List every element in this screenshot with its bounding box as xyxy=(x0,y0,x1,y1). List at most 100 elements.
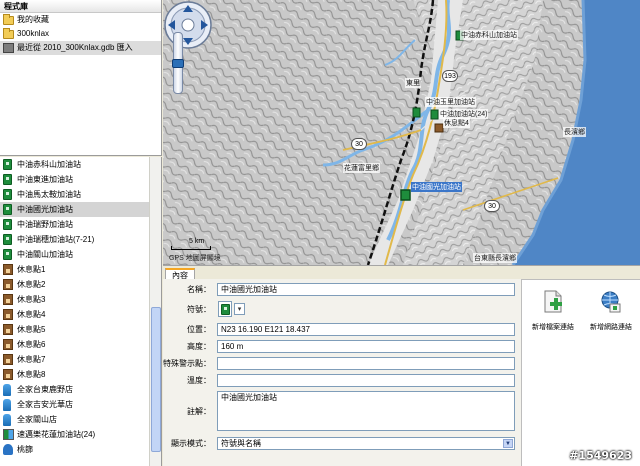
gas-store-icon xyxy=(3,429,14,440)
list-item[interactable]: 休息點6 xyxy=(0,337,150,352)
list-item[interactable]: 中油東進加油站 xyxy=(0,172,150,187)
list-item[interactable]: 桃篩 xyxy=(0,442,150,457)
gpx-file-icon xyxy=(3,43,14,53)
list-item[interactable]: 休息點2 xyxy=(0,277,150,292)
display-mode-value: 符號與名稱 xyxy=(221,439,261,448)
list-item-label: 休息點6 xyxy=(17,340,46,349)
symbol-picker[interactable] xyxy=(218,301,232,317)
depth-label: 溫度： xyxy=(187,376,211,385)
list-item-label: 休息點3 xyxy=(17,295,46,304)
list-item[interactable]: 中油馬太鞍加油站 xyxy=(0,187,150,202)
rest-stop-icon xyxy=(3,339,13,350)
list-item-label: 桃篩 xyxy=(17,445,33,454)
pan-control[interactable] xyxy=(163,0,213,50)
new-file-link-button[interactable]: 新增檔案連結 xyxy=(524,290,582,332)
basecamp-window: 程式庫 我的收藏 300knlax 最近從 2010_300Knlax.gdb … xyxy=(0,0,640,466)
map-label-guangfu[interactable]: 中油玉里加油站 xyxy=(425,97,476,107)
map-label-taitung: 台東縣長濱鄉 xyxy=(473,253,517,263)
depth-row: 溫度： xyxy=(163,374,521,388)
list-item-label: 全家台東鹿野店 xyxy=(17,385,73,394)
altitude-row: 高度： 160 m xyxy=(163,340,521,354)
chevron-down-icon[interactable]: ▼ xyxy=(503,439,513,448)
list-item[interactable]: 全家吉安光華店 xyxy=(0,397,150,412)
convenience-store-icon xyxy=(3,398,11,411)
map-label-guoguang[interactable]: 中油國光加油站 xyxy=(411,182,462,192)
list-item-label: 中油赤科山加油站 xyxy=(17,160,81,169)
gas-station-icon xyxy=(3,249,12,260)
convenience-store-icon xyxy=(3,383,11,396)
library-title: 程式庫 xyxy=(0,0,161,13)
road-shield-30: 30 xyxy=(484,200,500,212)
waypoint-list: 中油赤科山加油站中油東進加油站中油馬太鞍加油站中油國光加油站中油瑞野加油站中油瑞… xyxy=(0,157,162,466)
comment-field[interactable]: 中油國光加油站 xyxy=(217,391,515,431)
new-web-link-button[interactable]: 新增網路連結 xyxy=(582,290,640,332)
gas-station-icon xyxy=(3,174,12,185)
list-item-label: 休息點7 xyxy=(17,355,46,364)
display-row: 顯示模式： 符號與名稱 ▼ xyxy=(163,437,521,451)
map-view[interactable]: 中油赤科山加油站 中油玉里加油站 中油加油站(24) 休息點4 花蓮富里鄉 中油… xyxy=(163,0,640,265)
map-label-rest4[interactable]: 休息點4 xyxy=(443,118,470,128)
zoom-slider[interactable] xyxy=(172,32,184,94)
list-item[interactable]: 休息點8 xyxy=(0,367,150,382)
list-item[interactable]: 休息點4 xyxy=(0,307,150,322)
list-item-label: 休息點4 xyxy=(17,310,46,319)
road-shield-193: 193 xyxy=(442,70,458,82)
map-label-changbin: 長濱鄉 xyxy=(563,127,586,137)
rest-stop-icon xyxy=(3,294,13,305)
folder-icon xyxy=(3,27,14,39)
list-item-label: 中油馬太鞍加油站 xyxy=(17,190,81,199)
list-item[interactable]: 中油赤科山加油站 xyxy=(0,157,150,172)
list-item[interactable]: 休息點5 xyxy=(0,322,150,337)
gas-station-icon xyxy=(221,304,230,315)
list-item[interactable]: 中油國光加油站 xyxy=(0,202,150,217)
library-item-label: 300knlax xyxy=(17,29,50,38)
list-item-label: 休息點8 xyxy=(17,370,46,379)
properties-tabbar: 內容 xyxy=(163,265,640,280)
proximity-label: 特殊警示點： xyxy=(163,359,211,368)
display-mode-select[interactable]: 符號與名稱 ▼ xyxy=(217,437,515,450)
rest-stop-icon xyxy=(3,324,13,335)
list-item[interactable]: 休息點3 xyxy=(0,292,150,307)
symbol-label: 符號： xyxy=(187,305,211,314)
library-item-recent-import[interactable]: 最近從 2010_300Knlax.gdb 匯入 xyxy=(0,41,161,55)
library-item-my-collection[interactable]: 我的收藏 xyxy=(0,13,161,27)
altitude-field[interactable]: 160 m xyxy=(217,340,515,353)
list-item-label: 速邁樂花蓮加油站(24) xyxy=(17,430,96,439)
map-copyright: GPS 地圖屏顯境 xyxy=(169,255,221,262)
list-item[interactable]: 中油瑞野加油站 xyxy=(0,217,150,232)
library-item-label: 我的收藏 xyxy=(17,15,49,24)
symbol-row: 符號： ▾ xyxy=(163,301,521,319)
rest-stop-icon xyxy=(3,354,13,365)
position-field[interactable]: N23 16.190 E121 18.437 xyxy=(217,323,515,336)
library-item-300knlax[interactable]: 300knlax xyxy=(0,27,161,41)
proximity-field[interactable] xyxy=(217,357,515,370)
list-item[interactable]: 休息點7 xyxy=(0,352,150,367)
gas-station-icon xyxy=(3,189,12,200)
position-label: 位置： xyxy=(187,325,211,334)
list-item[interactable]: 中油瑞穗加油站(7-21) xyxy=(0,232,150,247)
symbol-dropdown-button[interactable]: ▾ xyxy=(234,303,245,315)
gas-station-icon xyxy=(3,219,12,230)
rest-stop-icon xyxy=(3,309,13,320)
list-item-label: 中油瑞野加油站 xyxy=(17,220,73,229)
rest-stop-icon xyxy=(3,279,13,290)
waypoint-properties: 名稱： 中油國光加油站 符號： ▾ 位置： N23 16.190 E121 18… xyxy=(163,279,521,466)
new-web-link-label: 新增網路連結 xyxy=(590,324,632,331)
depth-field[interactable] xyxy=(217,374,515,387)
list-item[interactable]: 全家台東鹿野店 xyxy=(0,382,150,397)
list-item-label: 休息點1 xyxy=(17,265,46,274)
list-item[interactable]: 休息點1 xyxy=(0,262,150,277)
list-item[interactable]: 全家關山店 xyxy=(0,412,150,427)
map-label-chike[interactable]: 中油赤科山加油站 xyxy=(460,30,518,40)
list-item[interactable]: 中油關山加油站 xyxy=(0,247,150,262)
name-field[interactable]: 中油國光加油站 xyxy=(217,283,515,296)
new-web-link-icon xyxy=(601,291,621,313)
library-panel: 程式庫 我的收藏 300knlax 最近從 2010_300Knlax.gdb … xyxy=(0,0,162,156)
display-mode-label: 顯示模式： xyxy=(171,439,211,448)
gas-station-icon xyxy=(3,204,12,215)
list-item[interactable]: 速邁樂花蓮加油站(24) xyxy=(0,427,150,442)
library-item-label: 最近從 2010_300Knlax.gdb 匯入 xyxy=(17,43,133,52)
new-file-link-label: 新增檔案連結 xyxy=(532,324,574,331)
list-item-label: 休息點2 xyxy=(17,280,46,289)
zoom-slider-knob[interactable] xyxy=(172,59,184,68)
